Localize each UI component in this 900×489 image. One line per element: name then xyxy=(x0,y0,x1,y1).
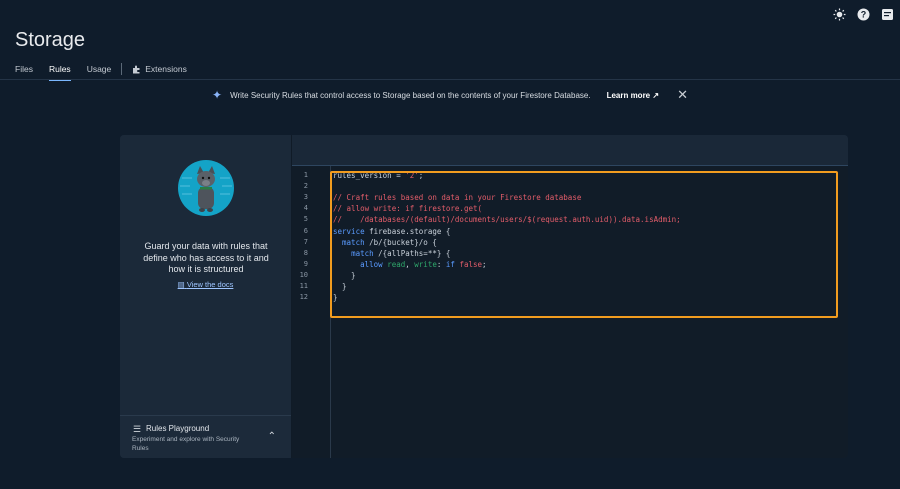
tab-usage[interactable]: Usage xyxy=(87,64,112,74)
tab-extensions[interactable]: Extensions xyxy=(132,64,187,74)
learn-more-link[interactable]: Learn more ↗ xyxy=(607,91,660,100)
line-number: 3 xyxy=(303,193,308,202)
line-number: 4 xyxy=(303,204,308,213)
line-number: 2 xyxy=(303,182,308,191)
guard-description: Guard your data with rules that define w… xyxy=(143,241,269,275)
page-title: Storage xyxy=(15,29,86,51)
line-number: 8 xyxy=(303,248,308,257)
extensions-icon xyxy=(133,65,140,73)
line-number-gutter: 1 2 3 4 5 6 7 8 9 10 11 12 xyxy=(292,166,331,458)
rules-sidebar: Guard your data with rules that define w… xyxy=(120,135,292,458)
tune-icon: ☰ xyxy=(133,424,142,434)
tab-bar: Files Rules Usage Extensions xyxy=(15,63,203,81)
line-number: 10 xyxy=(299,270,308,279)
line-number: 9 xyxy=(303,259,308,268)
editor-toolbar xyxy=(292,135,848,166)
banner-text: Write Security Rules that control access… xyxy=(230,90,591,100)
line-number: 5 xyxy=(303,215,308,224)
line-number: 1 xyxy=(303,171,308,179)
view-docs-label: View the docs xyxy=(186,280,234,289)
playground-title: Rules Playground xyxy=(146,424,210,433)
brightness-icon[interactable] xyxy=(832,7,846,21)
tab-files[interactable]: Files xyxy=(15,64,33,74)
learn-more-label: Learn more xyxy=(606,90,651,100)
line-number: 11 xyxy=(299,282,308,290)
view-docs-link[interactable]: ▤ View the docs xyxy=(120,280,291,289)
svg-text:?: ? xyxy=(860,9,866,19)
help-icon[interactable]: ? xyxy=(856,7,870,21)
chevron-up-icon[interactable]: ⌃ xyxy=(268,431,276,442)
feedback-icon[interactable] xyxy=(880,7,894,21)
highlight-box xyxy=(330,171,838,318)
tab-extensions-label: Extensions xyxy=(145,64,187,74)
top-icons: ? xyxy=(832,7,894,21)
rules-playground[interactable]: ☰ Rules Playground Experiment and explor… xyxy=(120,415,291,458)
sparkle-icon: ✦ xyxy=(212,88,223,102)
tab-rules[interactable]: Rules xyxy=(48,64,71,81)
tab-underline-divider xyxy=(0,79,900,80)
external-link-icon: ↗ xyxy=(652,90,660,100)
info-banner: ✦ Write Security Rules that control acce… xyxy=(0,87,900,103)
close-icon[interactable]: ✕ xyxy=(677,87,688,103)
tab-divider xyxy=(121,63,123,75)
line-number: 6 xyxy=(303,226,308,235)
docs-icon: ▤ xyxy=(177,280,185,289)
line-number: 12 xyxy=(299,293,308,302)
line-number: 7 xyxy=(303,237,308,246)
playground-description: Experiment and explore with Security Rul… xyxy=(132,436,240,452)
guard-dog-illustration xyxy=(178,160,234,216)
